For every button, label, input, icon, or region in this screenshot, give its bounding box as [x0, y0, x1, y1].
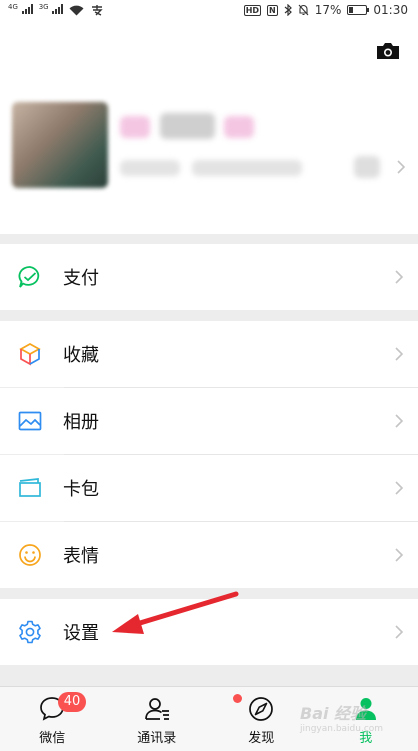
network-type-1: 4G: [8, 3, 18, 11]
status-left: 4G 3G: [8, 3, 104, 17]
chevron-right-icon: [395, 625, 404, 639]
signal-bars-icon: [52, 4, 64, 14]
tab-chats[interactable]: 微信 40: [0, 687, 105, 751]
gear-icon: [17, 619, 43, 645]
menu-item-label: 卡包: [63, 479, 99, 500]
wallet-check-icon: [17, 264, 43, 290]
chevron-right-icon: [395, 270, 404, 284]
signal-bars-icon: [21, 4, 33, 14]
status-bar: 4G 3G HD N 17% 01:30: [0, 0, 418, 20]
unread-badge: 40: [58, 692, 86, 712]
menu-item-stickers[interactable]: 表情: [0, 522, 418, 588]
nickname-blur: [120, 116, 150, 138]
cellular-signal-2: 3G: [39, 3, 64, 17]
menu-item-favorites[interactable]: 收藏: [0, 321, 418, 387]
compass-icon: [249, 697, 274, 721]
tab-label: 微信: [39, 731, 66, 746]
nfc-icon: N: [267, 4, 278, 16]
tab-label: 发现: [248, 731, 275, 746]
annotation-arrow-icon: [112, 591, 239, 634]
battery-percent: 17%: [314, 3, 342, 17]
contacts-icon: [144, 698, 169, 720]
cellular-signal-1: 4G: [8, 3, 33, 17]
wechat-id-blur: [192, 160, 302, 176]
camera-icon[interactable]: [376, 42, 400, 60]
menu-item-pay[interactable]: 支付: [0, 244, 418, 310]
avatar[interactable]: [12, 102, 108, 188]
smiley-icon: [17, 542, 43, 568]
qr-code-blur[interactable]: [354, 156, 380, 178]
battery-icon: [347, 5, 370, 15]
menu-item-label: 表情: [63, 546, 99, 567]
nickname-blur: [224, 116, 254, 138]
wifi-icon: [69, 5, 84, 16]
tab-me[interactable]: 我: [314, 687, 418, 751]
menu-item-label: 收藏: [63, 345, 99, 366]
cube-icon: [17, 341, 43, 367]
hd-badge: HD: [243, 4, 262, 16]
new-dot: [233, 694, 242, 703]
tab-label: 通讯录: [137, 731, 177, 746]
nickname-blur: [160, 113, 215, 139]
network-type-2: 3G: [38, 3, 49, 11]
menu-item-label: 支付: [63, 268, 99, 289]
chevron-right-icon: [395, 481, 404, 495]
person-icon: [355, 698, 376, 720]
tab-contacts[interactable]: 通讯录: [105, 687, 210, 751]
chevron-right-icon: [395, 347, 404, 361]
image-icon: [17, 408, 43, 434]
menu-item-label: 相册: [63, 412, 99, 433]
profile-header[interactable]: [0, 20, 418, 234]
menu-item-album[interactable]: 相册: [0, 388, 418, 454]
bluetooth-icon: [284, 4, 292, 16]
chevron-right-icon: [395, 548, 404, 562]
bottom-tab-bar: 微信 40 通讯录 发现 我: [0, 686, 418, 751]
menu-item-cards[interactable]: 卡包: [0, 455, 418, 521]
alipay-icon: [92, 5, 104, 16]
chevron-right-icon: [397, 160, 406, 174]
chevron-right-icon: [395, 414, 404, 428]
tab-discover[interactable]: 发现: [209, 687, 314, 751]
tab-label: 我: [359, 731, 373, 746]
card-wallet-icon: [17, 475, 43, 501]
clock: 01:30: [373, 3, 408, 17]
wechat-id-blur: [120, 160, 180, 176]
status-right: HD N 17% 01:30: [243, 3, 408, 17]
mute-bell-icon: [298, 4, 309, 16]
